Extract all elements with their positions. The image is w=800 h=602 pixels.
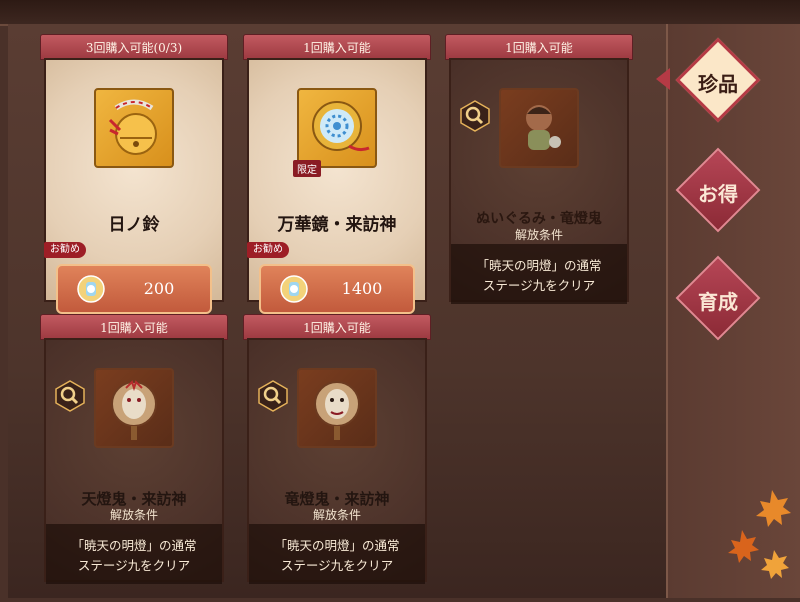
- unlock-condition-text: 「暁天の明燈」の通常 ステージ九をクリア: [476, 258, 602, 293]
- shop-item-card-5[interactable]: 1回購入可能 竜燈鬼・来訪神 解放条件 「暁天の明燈」の通常 ステージ九をクリア: [243, 314, 431, 584]
- purchase-limit-header: 1回購入可能: [445, 34, 633, 60]
- recommend-badge: お勧め: [247, 242, 289, 258]
- item-name: ぬいぐるみ・竜燈鬼: [476, 211, 602, 227]
- magnifier-icon[interactable]: [54, 380, 86, 412]
- card-body: 日ノ鈴 お勧め 200: [44, 58, 224, 314]
- limited-badge: 限定: [293, 160, 321, 177]
- maple-leaves-decoration: [722, 480, 800, 598]
- unlock-condition-title: 解放条件: [109, 508, 158, 522]
- active-tab-indicator: [656, 68, 670, 90]
- magnifier-icon[interactable]: [459, 100, 491, 132]
- recommend-badge: お勧め: [44, 242, 86, 258]
- purchase-limit-header: 1回購入可能: [40, 314, 228, 340]
- card-body: 竜燈鬼・来訪神 解放条件 「暁天の明燈」の通常 ステージ九をクリア: [247, 338, 427, 584]
- item-name: 日ノ鈴: [108, 215, 160, 235]
- bell-icon: [94, 88, 174, 168]
- purchase-limit-header: 3回購入可能(0/3): [40, 34, 228, 60]
- shop-item-card-4[interactable]: 1回購入可能 天燈鬼・来訪神 解放条件 「暁天の明燈」の通常 ステージ九をクリア: [40, 314, 228, 584]
- unlock-condition-text: 「暁天の明燈」の通常 ステージ九をクリア: [71, 538, 197, 573]
- shop-item-card-2[interactable]: 1回購入可能 限定 万華鏡・来訪神 お勧め 1400: [243, 34, 431, 314]
- mask-mirror-icon: [94, 368, 174, 448]
- shop-item-card-1[interactable]: 3回購入可能(0/3) 日ノ鈴 お勧め 200: [40, 34, 228, 314]
- shop-item-card-3[interactable]: 1回購入可能 ぬいぐるみ・竜燈鬼 解放条件 「暁天の明燈」の通常 ステージ九をク…: [445, 34, 633, 304]
- tab-rare-items-label: 珍品: [698, 72, 738, 96]
- mask-mirror-icon: [297, 368, 377, 448]
- price-value: 200: [143, 279, 175, 298]
- tab-deals-label: お得: [698, 182, 738, 206]
- lantern-currency-icon: [76, 274, 106, 304]
- lantern-currency-icon: [279, 274, 309, 304]
- purchase-limit-header: 1回購入可能: [243, 34, 431, 60]
- item-name: 万華鏡・来訪神: [277, 215, 397, 235]
- tab-training-label: 育成: [698, 290, 738, 314]
- plush-doll-icon: [499, 88, 579, 168]
- price-value: 1400: [341, 279, 383, 298]
- kaleidoscope-mirror-icon: [297, 88, 377, 168]
- magnifier-icon[interactable]: [257, 380, 289, 412]
- top-bar: [0, 0, 800, 26]
- unlock-condition-title: 解放条件: [312, 508, 361, 522]
- card-body: 天燈鬼・来訪神 解放条件 「暁天の明燈」の通常 ステージ九をクリア: [44, 338, 224, 584]
- buy-button[interactable]: 1400: [259, 264, 415, 314]
- unlock-condition-text: 「暁天の明燈」の通常 ステージ九をクリア: [274, 538, 400, 573]
- card-body: ぬいぐるみ・竜燈鬼 解放条件 「暁天の明燈」の通常 ステージ九をクリア: [449, 58, 629, 304]
- purchase-limit-header: 1回購入可能: [243, 314, 431, 340]
- card-body: 限定 万華鏡・来訪神 お勧め 1400: [247, 58, 427, 314]
- unlock-condition-title: 解放条件: [514, 228, 563, 242]
- buy-button[interactable]: 200: [56, 264, 212, 314]
